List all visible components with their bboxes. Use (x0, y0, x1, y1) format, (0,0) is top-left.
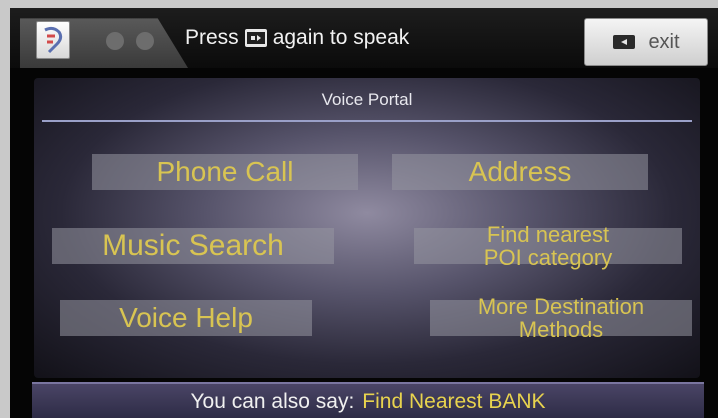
suggestion-example: Find Nearest BANK (362, 390, 546, 413)
page-title: Voice Portal (321, 90, 413, 109)
voice-portal-panel: Voice Portal Phone Call Address Music Se… (34, 78, 700, 378)
back-icon (613, 35, 636, 49)
option-label-line-2: POI category (483, 245, 613, 270)
nav-screen: Press again to speak exit Voice Portal P… (10, 8, 718, 418)
top-bar: Press again to speak exit (10, 8, 718, 68)
option-label: Phone Call (156, 156, 294, 188)
voice-command-icon (36, 21, 70, 59)
option-label-line-2: Methods (518, 317, 604, 342)
exit-label: exit (648, 30, 680, 53)
address-option[interactable]: Address (392, 154, 648, 190)
speak-prompt: Press again to speak (185, 26, 409, 50)
option-label-line-1: More Destination (477, 293, 645, 319)
music-search-option[interactable]: Music Search (52, 228, 334, 264)
option-label: Music Search (102, 229, 284, 263)
phone-call-option[interactable]: Phone Call (92, 154, 358, 190)
option-label-line-1: Find nearest (486, 221, 610, 247)
option-label: Voice Help (119, 302, 253, 334)
talk-button-icon (244, 29, 267, 47)
find-nearest-poi-option[interactable]: Find nearest POI category (414, 223, 682, 269)
more-destination-methods-option[interactable]: More Destination Methods (430, 295, 692, 341)
tab-indicator-icon (136, 32, 154, 50)
suggestion-bar: You can also say: Find Nearest BANK (32, 382, 704, 418)
voice-help-option[interactable]: Voice Help (60, 300, 312, 336)
suggestion-prefix: You can also say: (190, 390, 355, 413)
title-divider (42, 120, 692, 122)
prompt-text-start: Press (185, 26, 239, 49)
exit-button[interactable]: exit (584, 18, 708, 66)
tab-indicator-icon (106, 32, 124, 50)
prompt-text-end: again to speak (272, 26, 410, 49)
option-label: Address (468, 156, 572, 188)
